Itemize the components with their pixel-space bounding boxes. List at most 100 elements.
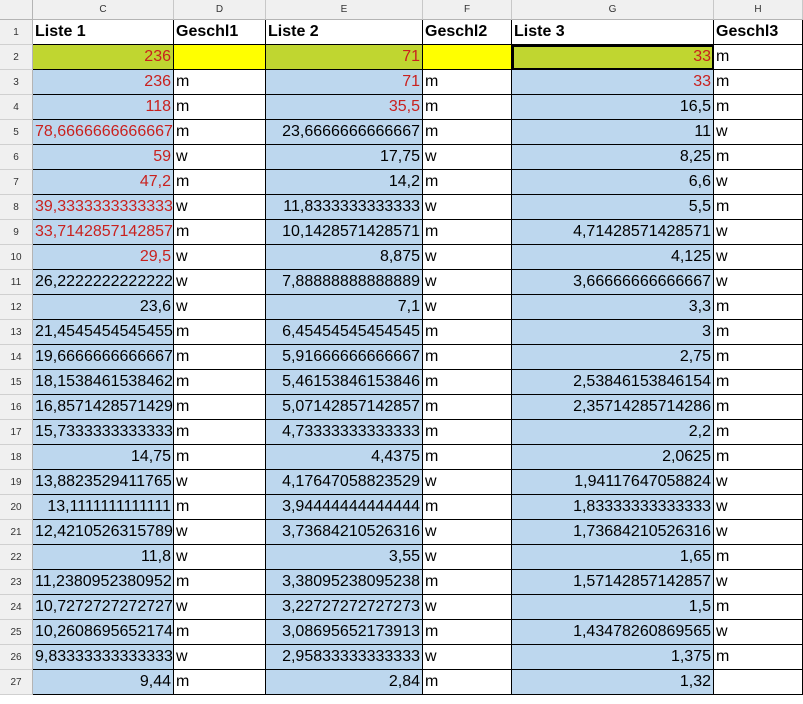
row-header[interactable]: 16 xyxy=(0,395,33,420)
row-header[interactable]: 18 xyxy=(0,445,33,470)
cell-g11[interactable]: 3,66666666666667 xyxy=(512,270,714,295)
cell-h25[interactable]: w xyxy=(714,620,803,645)
cell-d1[interactable]: Geschl1 xyxy=(174,20,266,45)
cell-e20[interactable]: 3,94444444444444 xyxy=(266,495,423,520)
cell-f13[interactable]: m xyxy=(423,320,512,345)
cell-g4[interactable]: 16,5 xyxy=(512,95,714,120)
cell-g3[interactable]: 33 xyxy=(512,70,714,95)
cell-h20[interactable]: w xyxy=(714,495,803,520)
cell-g5[interactable]: 11 xyxy=(512,120,714,145)
row-header[interactable]: 3 xyxy=(0,70,33,95)
cell-h21[interactable]: w xyxy=(714,520,803,545)
cell-d7[interactable]: m xyxy=(174,170,266,195)
row-header[interactable]: 9 xyxy=(0,220,33,245)
row-header[interactable]: 14 xyxy=(0,345,33,370)
row-header[interactable]: 4 xyxy=(0,95,33,120)
cell-c1[interactable]: Liste 1 xyxy=(33,20,174,45)
cell-h22[interactable]: m xyxy=(714,545,803,570)
cell-c17[interactable]: 15,7333333333333 xyxy=(33,420,174,445)
cell-g8[interactable]: 5,5 xyxy=(512,195,714,220)
row-header[interactable]: 8 xyxy=(0,195,33,220)
cell-e8[interactable]: 11,8333333333333 xyxy=(266,195,423,220)
cell-c7[interactable]: 47,2 xyxy=(33,170,174,195)
cell-e9[interactable]: 10,1428571428571 xyxy=(266,220,423,245)
cell-h18[interactable]: m xyxy=(714,445,803,470)
cell-d15[interactable]: m xyxy=(174,370,266,395)
cell-f2[interactable] xyxy=(423,45,512,70)
cell-h3[interactable]: m xyxy=(714,70,803,95)
cell-d26[interactable]: w xyxy=(174,645,266,670)
cell-e16[interactable]: 5,07142857142857 xyxy=(266,395,423,420)
cell-c22[interactable]: 11,8 xyxy=(33,545,174,570)
cell-f22[interactable]: w xyxy=(423,545,512,570)
cell-g27[interactable]: 1,32 xyxy=(512,670,714,695)
cell-f10[interactable]: w xyxy=(423,245,512,270)
cell-e17[interactable]: 4,73333333333333 xyxy=(266,420,423,445)
cell-g7[interactable]: 6,6 xyxy=(512,170,714,195)
cell-h7[interactable]: w xyxy=(714,170,803,195)
cell-e26[interactable]: 2,95833333333333 xyxy=(266,645,423,670)
cell-e5[interactable]: 23,6666666666667 xyxy=(266,120,423,145)
cell-e2[interactable]: 71 xyxy=(266,45,423,70)
column-header-c[interactable]: C xyxy=(33,0,174,20)
cell-e22[interactable]: 3,55 xyxy=(266,545,423,570)
cell-d19[interactable]: w xyxy=(174,470,266,495)
cell-d8[interactable]: w xyxy=(174,195,266,220)
cell-f3[interactable]: m xyxy=(423,70,512,95)
cell-c10[interactable]: 29,5 xyxy=(33,245,174,270)
cell-c9[interactable]: 33,7142857142857 xyxy=(33,220,174,245)
cell-g1[interactable]: Liste 3 xyxy=(512,20,714,45)
cell-h27[interactable] xyxy=(714,670,803,695)
cell-e24[interactable]: 3,22727272727273 xyxy=(266,595,423,620)
cell-h10[interactable]: w xyxy=(714,245,803,270)
select-all-corner[interactable] xyxy=(0,0,33,20)
row-header[interactable]: 12 xyxy=(0,295,33,320)
cell-c27[interactable]: 9,44 xyxy=(33,670,174,695)
cell-e3[interactable]: 71 xyxy=(266,70,423,95)
cell-d4[interactable]: m xyxy=(174,95,266,120)
cell-d17[interactable]: m xyxy=(174,420,266,445)
cell-c16[interactable]: 16,8571428571429 xyxy=(33,395,174,420)
row-header[interactable]: 17 xyxy=(0,420,33,445)
cell-g2[interactable]: 33 xyxy=(512,45,714,70)
row-header[interactable]: 24 xyxy=(0,595,33,620)
cell-h19[interactable]: w xyxy=(714,470,803,495)
cell-g20[interactable]: 1,83333333333333 xyxy=(512,495,714,520)
cell-h26[interactable]: m xyxy=(714,645,803,670)
cell-e21[interactable]: 3,73684210526316 xyxy=(266,520,423,545)
cell-c19[interactable]: 13,8823529411765 xyxy=(33,470,174,495)
cell-c18[interactable]: 14,75 xyxy=(33,445,174,470)
cell-f14[interactable]: m xyxy=(423,345,512,370)
cell-h2[interactable]: m xyxy=(714,45,803,70)
cell-h8[interactable]: m xyxy=(714,195,803,220)
cell-d5[interactable]: m xyxy=(174,120,266,145)
cell-g14[interactable]: 2,75 xyxy=(512,345,714,370)
row-header[interactable]: 27 xyxy=(0,670,33,695)
cell-h11[interactable]: w xyxy=(714,270,803,295)
column-header-h[interactable]: H xyxy=(714,0,803,20)
cell-f4[interactable]: m xyxy=(423,95,512,120)
cell-f7[interactable]: m xyxy=(423,170,512,195)
cell-e15[interactable]: 5,46153846153846 xyxy=(266,370,423,395)
column-header-g[interactable]: G xyxy=(512,0,714,20)
cell-f26[interactable]: w xyxy=(423,645,512,670)
cell-c5[interactable]: 78,6666666666667 xyxy=(33,120,174,145)
row-header[interactable]: 19 xyxy=(0,470,33,495)
cell-h23[interactable]: w xyxy=(714,570,803,595)
cell-d27[interactable]: m xyxy=(174,670,266,695)
cell-c26[interactable]: 9,83333333333333 xyxy=(33,645,174,670)
cell-g18[interactable]: 2,0625 xyxy=(512,445,714,470)
cell-g15[interactable]: 2,53846153846154 xyxy=(512,370,714,395)
cell-h1[interactable]: Geschl3 xyxy=(714,20,803,45)
cell-c14[interactable]: 19,6666666666667 xyxy=(33,345,174,370)
cell-g26[interactable]: 1,375 xyxy=(512,645,714,670)
cell-c12[interactable]: 23,6 xyxy=(33,295,174,320)
cell-f6[interactable]: w xyxy=(423,145,512,170)
cell-f20[interactable]: m xyxy=(423,495,512,520)
cell-g17[interactable]: 2,2 xyxy=(512,420,714,445)
cell-f11[interactable]: w xyxy=(423,270,512,295)
row-header[interactable]: 20 xyxy=(0,495,33,520)
cell-e12[interactable]: 7,1 xyxy=(266,295,423,320)
cell-d11[interactable]: w xyxy=(174,270,266,295)
cell-f16[interactable]: m xyxy=(423,395,512,420)
